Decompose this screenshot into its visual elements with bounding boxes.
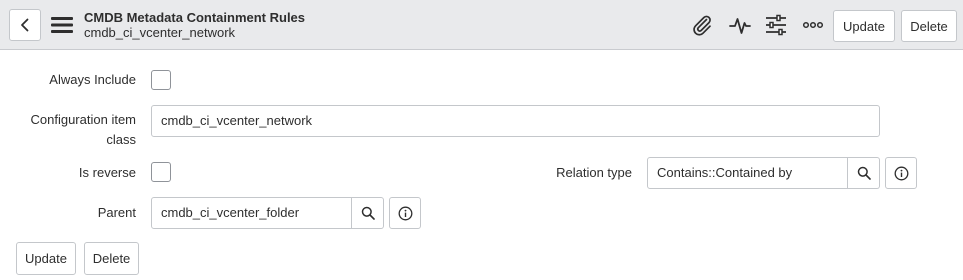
ci-class-label: Configuration item class — [10, 110, 137, 150]
relation-type-input[interactable]: Contains::Contained by — [647, 157, 848, 189]
personalize-form-button[interactable] — [764, 13, 788, 37]
more-options-button[interactable] — [801, 13, 825, 37]
search-icon — [857, 166, 871, 180]
is-reverse-label: Is reverse — [78, 165, 136, 180]
parent-lookup-button[interactable] — [352, 197, 384, 229]
back-icon — [21, 18, 29, 32]
footer-delete-button[interactable]: Delete — [84, 242, 139, 275]
is-reverse-checkbox[interactable] — [151, 162, 171, 182]
search-icon — [361, 206, 375, 220]
back-button[interactable] — [9, 9, 41, 41]
form-header: CMDB Metadata Containment Rules cmdb_ci_… — [0, 0, 963, 50]
attachment-button[interactable] — [690, 13, 714, 37]
more-options-icon — [802, 21, 824, 29]
parent-label: Parent — [97, 205, 136, 220]
info-icon — [398, 206, 412, 220]
header-delete-button[interactable]: Delete — [901, 10, 957, 42]
page-title: CMDB Metadata Containment Rules — [84, 10, 306, 25]
header-update-button[interactable]: Update — [833, 10, 895, 42]
always-include-label: Always Include — [49, 72, 136, 87]
ci-class-input[interactable]: cmdb_ci_vcenter_network — [151, 105, 880, 137]
record-subtitle: cmdb_ci_vcenter_network — [84, 25, 236, 40]
ci-class-label-line1: Configuration item — [30, 112, 137, 127]
ci-class-label-line2: class — [106, 132, 136, 147]
relation-type-info-button[interactable] — [885, 157, 917, 189]
relation-type-lookup-button[interactable] — [848, 157, 880, 189]
always-include-checkbox[interactable] — [151, 70, 171, 90]
hamburger-menu-icon[interactable] — [51, 15, 73, 35]
parent-info-button[interactable] — [389, 197, 421, 229]
info-icon — [894, 166, 908, 180]
parent-input[interactable]: cmdb_ci_vcenter_folder — [151, 197, 352, 229]
activity-icon — [729, 18, 751, 34]
relation-type-label: Relation type — [556, 165, 632, 180]
paperclip-icon — [693, 15, 711, 36]
sliders-icon — [766, 14, 786, 36]
activity-button[interactable] — [728, 13, 752, 37]
footer-update-button[interactable]: Update — [16, 242, 76, 275]
